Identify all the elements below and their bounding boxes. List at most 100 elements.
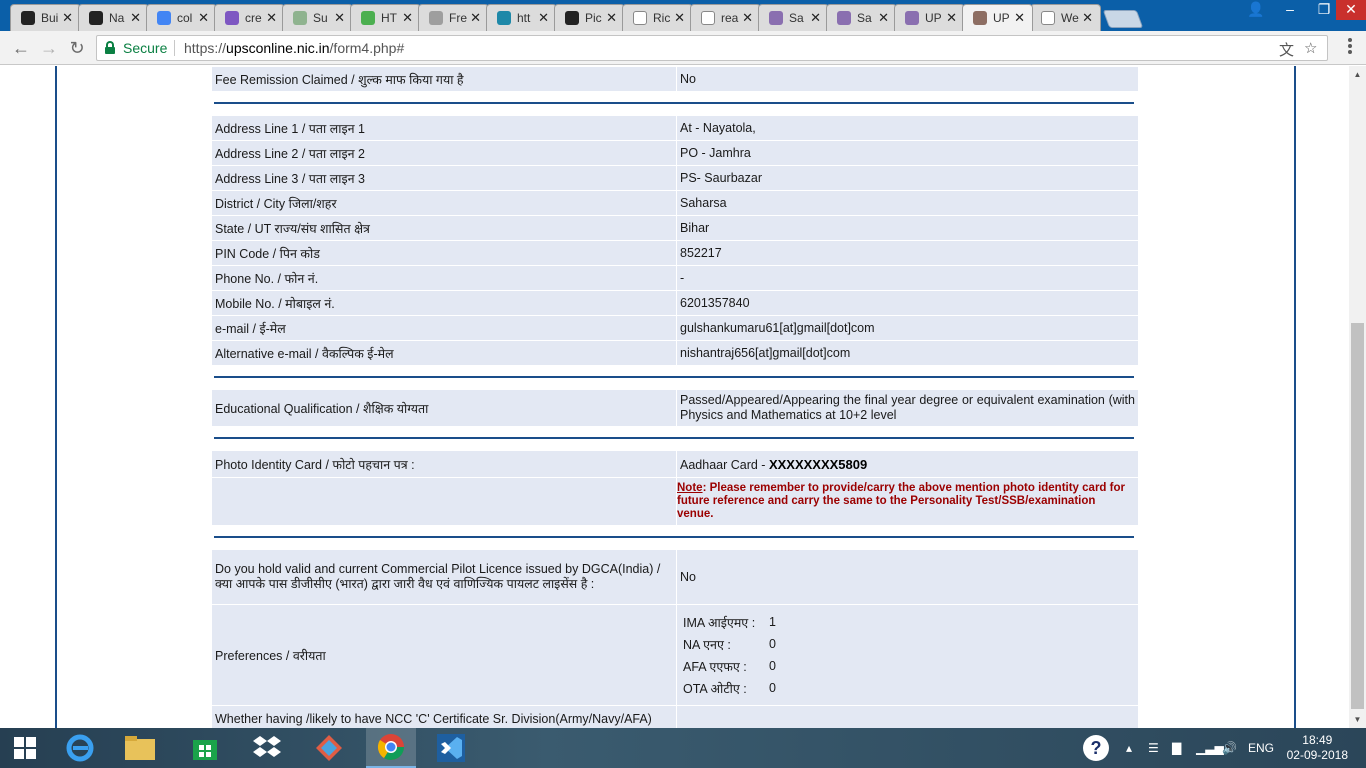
table-row: Photo Identity Card / फोटो पहचान पत्र : … [212,451,1138,477]
tab-title: Bui [41,11,59,25]
close-window-button[interactable]: ✕ [1336,0,1366,20]
battery-icon[interactable]: ▇ [1172,728,1181,768]
close-tab-icon[interactable]: ✕ [674,10,685,26]
start-button[interactable] [0,728,50,768]
notes-icon[interactable]: ☰ [1148,728,1159,768]
url-text[interactable]: https://upsconline.nic.in/form4.php# [184,40,404,56]
browser-tab[interactable]: UP ✕ [894,4,965,31]
table-row: Address Line 1 / पता लाइन 1 At - Nayatola… [212,116,1138,140]
browser-tab[interactable]: Su ✕ [282,4,353,31]
close-tab-icon[interactable]: ✕ [810,10,821,26]
table-row: Alternative e-mail / वैकल्पिक ई-मेल nisha… [212,341,1138,365]
table-row: Note: Please remember to provide/carry t… [212,478,1138,525]
help-icon[interactable]: ? [1082,728,1110,768]
grid-icon [429,11,443,25]
browser-tab[interactable]: col ✕ [146,4,217,31]
ie-icon[interactable] [55,728,105,768]
tab-title: col [177,11,193,25]
section-divider [214,536,1134,538]
browser-tab[interactable]: htt ✕ [486,4,557,31]
tab-title: cre [245,11,262,25]
close-tab-icon[interactable]: ✕ [1014,10,1025,26]
new-tab-button[interactable] [1102,10,1144,28]
tab-title: Sa [789,11,804,25]
photo-id-table: Photo Identity Card / फोटो पहचान पत्र : … [212,450,1138,526]
close-tab-icon[interactable]: ✕ [878,10,889,26]
react-icon [21,11,35,25]
circle-icon [769,11,783,25]
menu-dots-icon[interactable] [1348,38,1352,56]
photo-id-label: Photo Identity Card / फोटो पहचान पत्र : [212,451,677,477]
education-table: Educational Qualification / शैक्षिक योग्… [212,389,1138,427]
lock-icon [105,41,115,54]
circle-icon [225,11,239,25]
tray-chevron-icon[interactable]: ▴ [1126,728,1132,768]
close-tab-icon[interactable]: ✕ [402,10,413,26]
profile-icon[interactable]: 👤 [1239,0,1273,20]
file-explorer-icon[interactable] [115,728,165,768]
browser-tab[interactable]: Pic ✕ [554,4,625,31]
field-value: 852217 [677,241,1138,265]
close-tab-icon[interactable]: ✕ [470,10,481,26]
browser-tab[interactable]: Bui ✕ [10,4,81,31]
preference-value: 0 [769,637,776,651]
google-icon [157,11,171,25]
tab-title: Su [313,11,328,25]
page-scrollbar[interactable]: ▲ ▼ [1349,66,1366,728]
clock[interactable]: 18:49 02-09-2018 [1287,733,1348,763]
close-tab-icon[interactable]: ✕ [538,10,549,26]
tab-title: We [1061,11,1079,25]
preference-key: NA एनए : [683,637,731,652]
tab-title: Na [109,11,125,25]
close-tab-icon[interactable]: ✕ [62,10,73,26]
browser-tab[interactable]: We ✕ [1030,4,1101,31]
volume-icon[interactable]: 🔊 [1222,728,1237,768]
tab-title: UP [925,11,942,25]
back-arrow-icon[interactable]: ← [10,37,32,59]
forward-arrow-icon[interactable]: → [38,37,60,59]
scroll-down-icon[interactable]: ▼ [1349,711,1366,728]
browser-tab[interactable]: Ric ✕ [622,4,693,31]
dropbox-icon[interactable] [242,728,292,768]
tab-title: rea [721,11,739,25]
minimize-button[interactable]: – [1273,0,1307,20]
bookmark-star-icon[interactable]: ☆ [1304,39,1317,57]
close-tab-icon[interactable]: ✕ [130,10,141,26]
browser-tab[interactable]: UP ✕ [962,4,1033,31]
vscode-icon[interactable] [426,728,476,768]
network-icon[interactable]: ▁▃▅ [1196,728,1224,768]
scroll-up-icon[interactable]: ▲ [1349,66,1366,83]
translate-icon[interactable]: 文 [1279,39,1294,60]
preferences-label: Preferences / वरीयता [212,605,677,705]
browser-tab[interactable]: Na ✕ [78,4,149,31]
field-label: PIN Code / पिन कोड [212,241,677,265]
language-indicator[interactable]: ENG [1248,728,1274,768]
reload-icon[interactable]: ↻ [66,37,88,59]
pilot-licence-value: No [677,550,1138,604]
address-table: Address Line 1 / पता लाइन 1 At - Nayatola… [212,115,1138,366]
scrollbar-thumb[interactable] [1351,323,1364,709]
close-tab-icon[interactable]: ✕ [266,10,277,26]
table-row: Mobile No. / मोबाइल नं. 6201357840 [212,291,1138,315]
photo-id-note-spacer [212,478,677,525]
browser-tab[interactable]: rea ✕ [690,4,761,31]
chrome-icon[interactable] [366,728,416,768]
browser-tab[interactable]: Fre ✕ [418,4,489,31]
react-icon [89,11,103,25]
browser-tab[interactable]: Sa ✕ [758,4,829,31]
close-tab-icon[interactable]: ✕ [946,10,957,26]
git-kraken-icon[interactable] [304,728,354,768]
field-value: 6201357840 [677,291,1138,315]
address-bar[interactable]: Secure https://upsconline.nic.in/form4.p… [96,35,1328,61]
close-tab-icon[interactable]: ✕ [1082,10,1093,26]
close-tab-icon[interactable]: ✕ [334,10,345,26]
browser-tab[interactable]: HT ✕ [350,4,421,31]
browser-tab[interactable]: Sa ✕ [826,4,897,31]
browser-tab[interactable]: cre ✕ [214,4,285,31]
close-tab-icon[interactable]: ✕ [606,10,617,26]
close-tab-icon[interactable]: ✕ [742,10,753,26]
field-label: Address Line 2 / पता लाइन 2 [212,141,677,165]
store-icon[interactable] [180,728,230,768]
close-tab-icon[interactable]: ✕ [198,10,209,26]
preference-key: IMA आईएमए : [683,615,756,630]
